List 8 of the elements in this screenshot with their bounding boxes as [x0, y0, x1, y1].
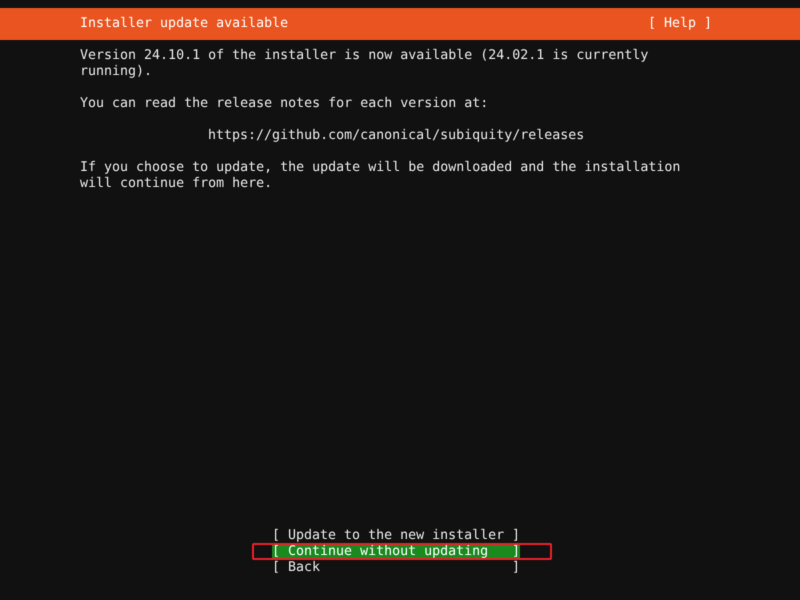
message-text: If you choose to update, the update will be downloaded and the installation will continue from here.: [80, 160, 682, 192]
message-text: Version 24.10.1 of the installer is now available (24.02.1 is currently running).: [80, 48, 650, 80]
menu-button[interactable]: [ Update to the new installer ]: [272, 528, 520, 544]
message-text: You can read the release notes for each version at:: [80, 96, 490, 112]
release-notes-link[interactable]: https://github.com/canonical/subiquity/releases: [208, 128, 584, 143]
menu-button[interactable]: [ Back ]: [272, 560, 520, 576]
window-title: Installer update available: [80, 16, 288, 32]
help-button[interactable]: [ Help ]: [648, 16, 712, 32]
